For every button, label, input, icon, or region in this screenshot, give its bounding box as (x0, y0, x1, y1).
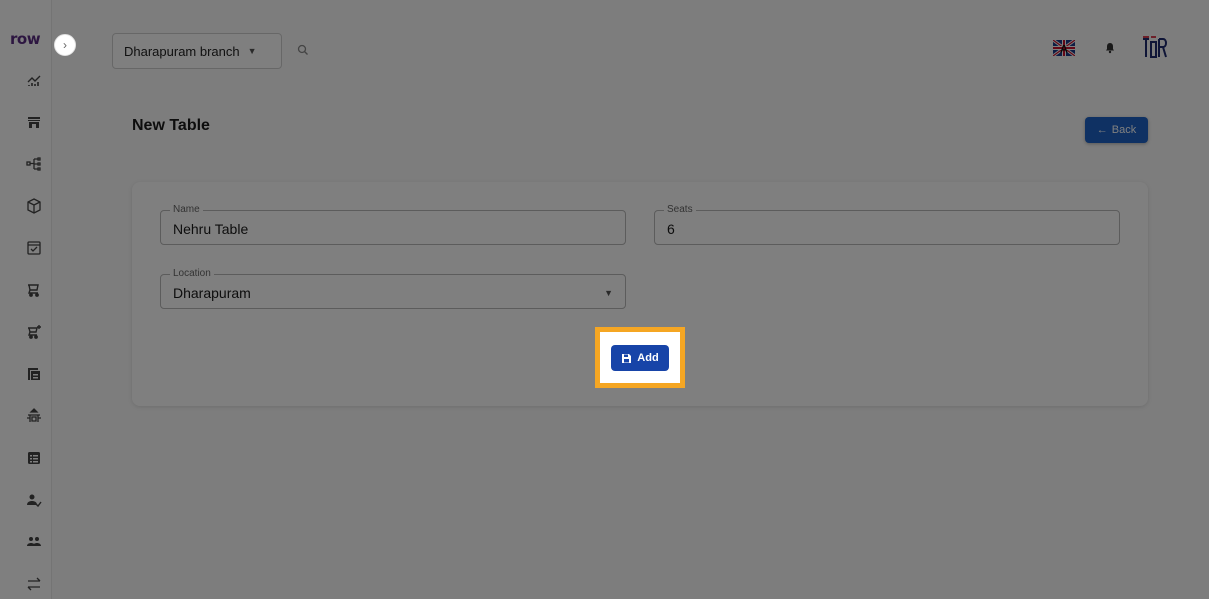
cart-add-icon[interactable] (24, 322, 44, 342)
name-field-label: Name (170, 204, 203, 216)
chevron-right-icon: › (63, 38, 67, 52)
user-check-icon[interactable] (24, 490, 44, 510)
branch-select-value: Dharapuram branch (124, 43, 240, 59)
inventory-icon[interactable] (24, 238, 44, 258)
list-icon[interactable] (24, 448, 44, 468)
back-button[interactable]: ← Back (1085, 117, 1148, 143)
bell-icon[interactable] (1103, 41, 1117, 55)
app-logo[interactable]: row (10, 30, 41, 48)
sidebar: row (0, 0, 52, 599)
save-icon (622, 353, 632, 363)
app-root: row › Dharapuram branch ▼ A New Table ← … (0, 0, 1209, 599)
name-field[interactable]: Name Nehru Table (160, 204, 626, 245)
caret-down-icon: ▼ (247, 46, 257, 56)
add-button-label: Add (637, 352, 659, 364)
analytics-icon[interactable] (24, 70, 44, 90)
back-button-label: Back (1111, 124, 1137, 136)
page-title: New Table (132, 117, 210, 134)
group-icon[interactable] (24, 532, 44, 552)
seats-field-label: Seats (664, 204, 696, 216)
search-icon[interactable] (296, 43, 310, 57)
transfer-icon[interactable] (24, 574, 44, 594)
seats-field[interactable]: Seats 6 (654, 204, 1120, 245)
copy-icon[interactable] (24, 364, 44, 384)
avatar[interactable] (1140, 36, 1168, 60)
table-icon[interactable] (24, 406, 44, 426)
hierarchy-icon[interactable] (24, 154, 44, 174)
caret-down-icon: ▼ (604, 288, 613, 298)
branch-select[interactable]: Dharapuram branch ▼ (112, 33, 282, 69)
name-field-value: Nehru Table (173, 221, 249, 237)
store-icon[interactable] (24, 112, 44, 132)
arrow-left-icon: ← (1096, 124, 1108, 136)
sidebar-expand-button[interactable]: › (54, 34, 76, 56)
flag-icon[interactable]: A (1052, 38, 1076, 58)
seats-field-value: 6 (667, 221, 675, 237)
location-select-value: Dharapuram (173, 285, 251, 301)
add-button[interactable]: Add (611, 345, 669, 371)
cart-icon[interactable] (24, 280, 44, 300)
svg-text:A: A (1060, 44, 1068, 56)
cube-icon[interactable] (24, 196, 44, 216)
location-select[interactable]: Location Dharapuram ▼ (160, 268, 626, 309)
location-select-label: Location (170, 268, 214, 280)
